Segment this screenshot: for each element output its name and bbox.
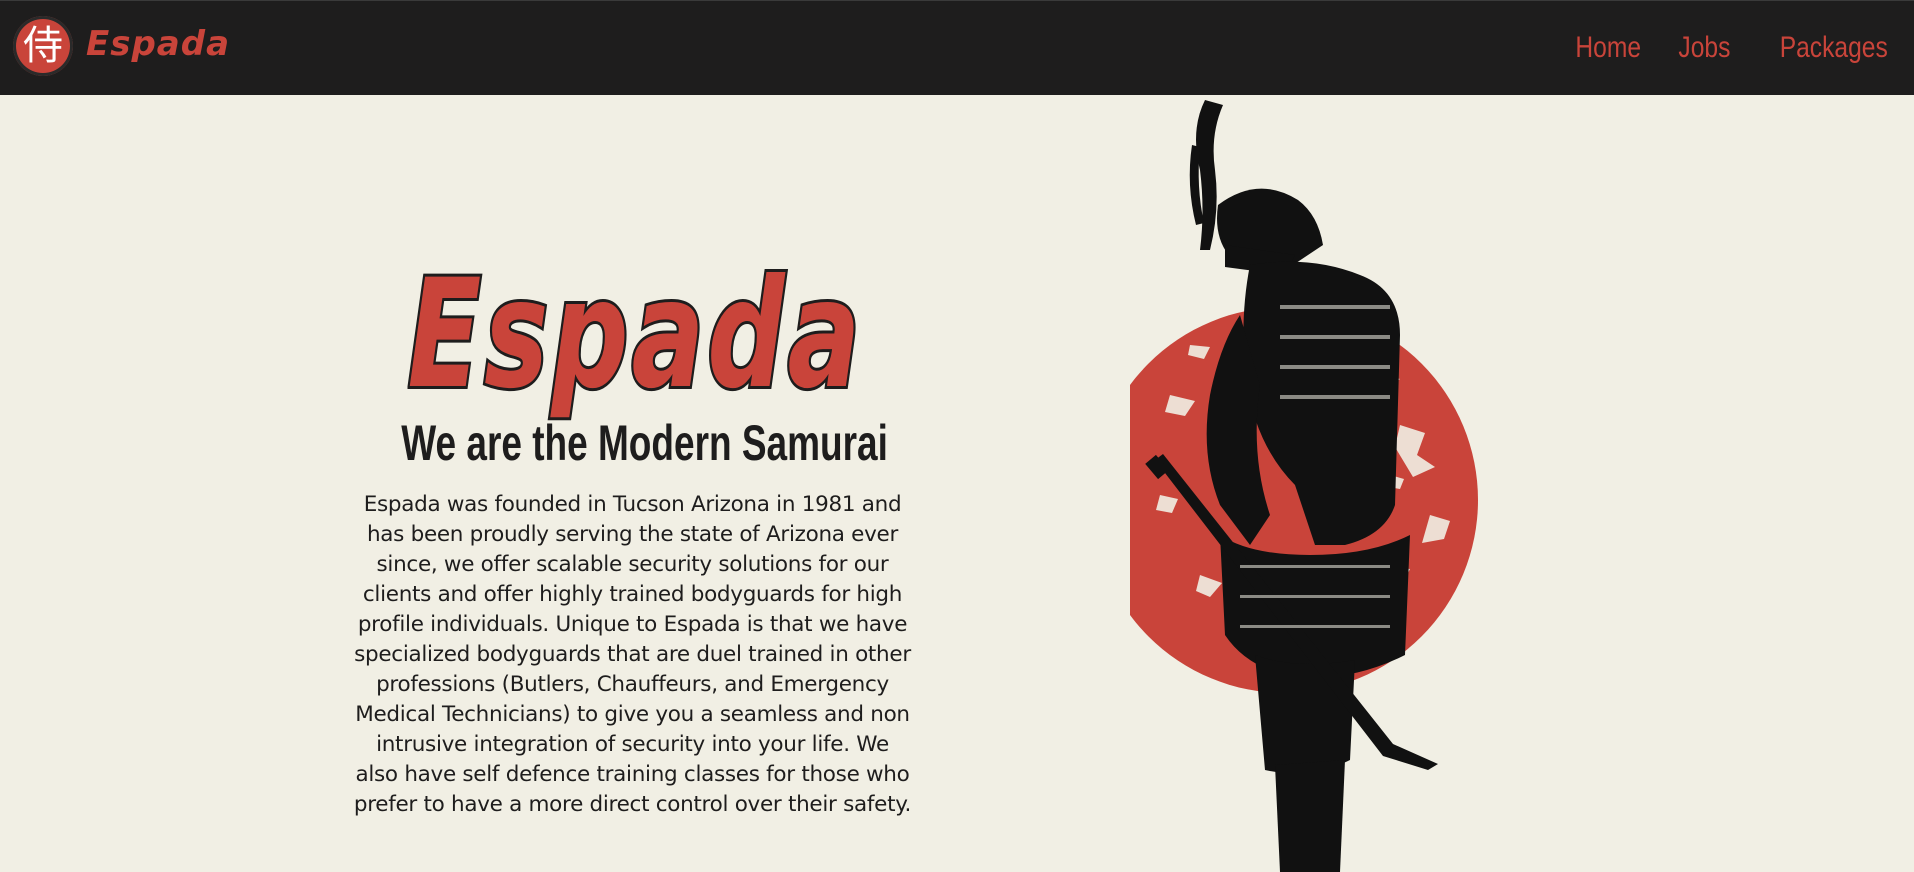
hero-subtitle: We are the Modern Samurai [401,415,888,471]
samurai-illustration-icon [1130,100,1478,872]
nav-link-home[interactable]: Home [1575,33,1641,63]
hero-description: Espada was founded in Tucson Arizona in … [353,492,912,817]
brand-name[interactable]: Espada [86,27,230,61]
logo-icon[interactable]: 侍 [13,16,73,76]
hero-content: Espada We are the Modern Samurai Espada … [320,248,945,820]
nav-links: Home Jobs Packages [1561,33,1888,63]
top-navbar: 侍 Espada Home Jobs Packages [0,0,1914,95]
nav-link-jobs[interactable]: Jobs [1678,33,1730,63]
hero-title: Espada [405,248,864,422]
nav-link-packages[interactable]: Packages [1780,33,1888,63]
